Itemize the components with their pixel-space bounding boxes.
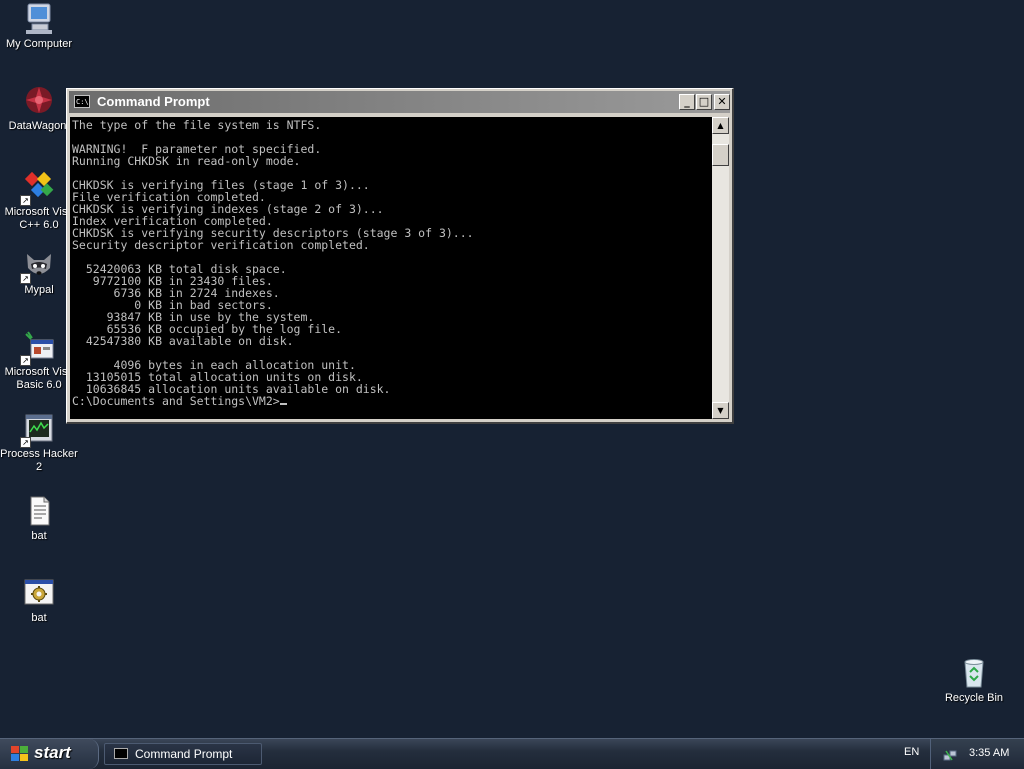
title-bar[interactable]: C:\ Command Prompt _ □ ✕ xyxy=(69,91,730,113)
command-prompt-icon: C:\ xyxy=(74,95,90,108)
command-prompt-icon xyxy=(114,748,128,759)
desktop-icon-label: bat xyxy=(31,530,47,542)
console-output[interactable]: The type of the file system is NTFS. WAR… xyxy=(70,117,712,419)
desktop-icon-label: bat xyxy=(31,612,47,624)
process-hacker-icon: ↗ xyxy=(20,412,56,448)
command-prompt-line: C:\Documents and Settings\VM2> xyxy=(72,394,280,408)
language-indicator[interactable]: EN xyxy=(904,746,919,758)
scroll-down-arrow-icon[interactable]: ▼ xyxy=(712,402,729,419)
console-text: The type of the file system is NTFS. WAR… xyxy=(72,118,474,396)
start-button[interactable]: start xyxy=(0,739,99,769)
datawagon-icon xyxy=(22,84,56,118)
clock[interactable]: 3:35 AM xyxy=(969,747,1009,759)
my-computer-icon xyxy=(22,2,56,36)
text-file-icon xyxy=(22,494,56,528)
visual-cpp-icon: ↗ xyxy=(20,170,56,206)
scrollbar-thumb[interactable] xyxy=(712,144,729,166)
shortcut-arrow-icon: ↗ xyxy=(20,355,31,366)
vertical-scrollbar[interactable]: ▲ ▼ xyxy=(712,117,729,419)
shortcut-arrow-icon: ↗ xyxy=(20,195,31,206)
scroll-up-arrow-icon[interactable]: ▲ xyxy=(712,117,729,134)
desktop-icon-recycle-bin[interactable]: Recycle Bin xyxy=(935,656,1013,705)
desktop-icon-label: Recycle Bin xyxy=(944,692,1004,704)
recycle-bin-icon xyxy=(957,656,991,690)
system-tray: 3:35 AM xyxy=(930,739,1024,769)
taskbar-item-label: Command Prompt xyxy=(135,747,233,761)
maximize-button[interactable]: □ xyxy=(696,94,712,110)
window-title: Command Prompt xyxy=(97,94,210,109)
shortcut-arrow-icon: ↗ xyxy=(20,437,31,448)
command-prompt-window[interactable]: C:\ Command Prompt _ □ ✕ The type of the… xyxy=(66,88,734,424)
desktop: My Computer DataWagon. ↗ Microsoft Visu … xyxy=(0,0,1024,738)
batch-file-icon xyxy=(22,576,56,610)
shortcut-arrow-icon: ↗ xyxy=(20,273,31,284)
desktop-icon-label: Process Hacker 2 xyxy=(0,448,78,473)
network-icon[interactable] xyxy=(943,747,957,761)
desktop-icon-my-computer[interactable]: My Computer xyxy=(0,2,78,51)
desktop-icon-bat-text[interactable]: bat xyxy=(0,494,78,543)
taskbar-item-command-prompt[interactable]: Command Prompt xyxy=(104,743,262,765)
taskbar: start Command Prompt EN 3:35 AM xyxy=(0,738,1024,769)
start-label: start xyxy=(34,743,71,762)
text-cursor xyxy=(279,403,287,405)
windows-logo-icon xyxy=(11,746,28,762)
visual-basic-icon: ↗ xyxy=(20,330,56,366)
mypal-icon: ↗ xyxy=(20,248,56,284)
minimize-button[interactable]: _ xyxy=(679,94,695,110)
close-button[interactable]: ✕ xyxy=(714,94,730,110)
desktop-icon-label: My Computer xyxy=(5,38,73,50)
desktop-icon-bat-batch[interactable]: bat xyxy=(0,576,78,625)
